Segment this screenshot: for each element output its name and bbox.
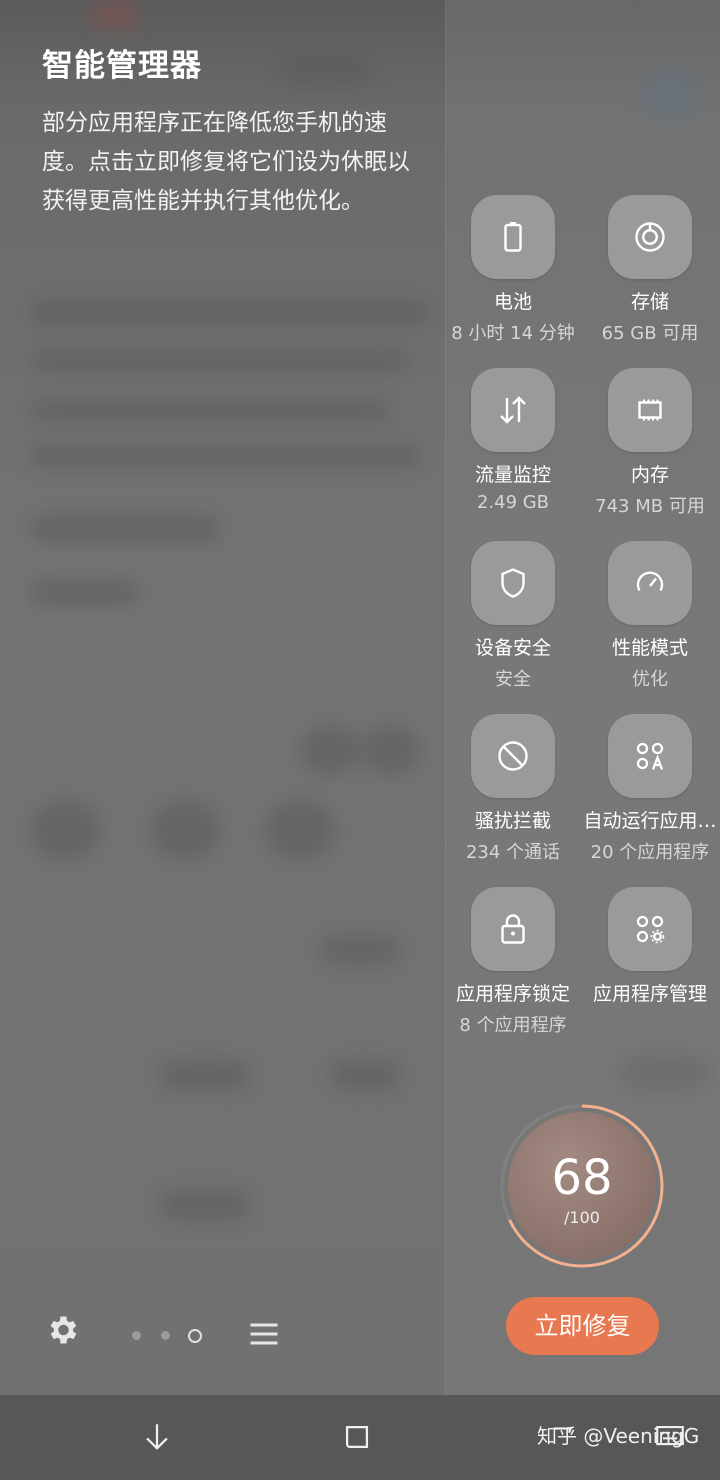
tile-auto-run-apps[interactable]: 自动运行应用… 20 个应用程序	[580, 714, 720, 864]
tile-label: 电池	[493, 291, 532, 313]
tile-subtitle: 743 MB 可用	[595, 496, 705, 517]
menu-icon[interactable]	[246, 1316, 282, 1356]
page-indicator-dot	[161, 1331, 170, 1340]
settings-icon[interactable]	[44, 1312, 80, 1352]
auto-run-apps-icon	[608, 714, 692, 798]
tile-label: 存储	[630, 291, 669, 313]
tile-memory[interactable]: 内存 743 MB 可用	[580, 368, 720, 518]
block-icon	[471, 714, 555, 798]
tile-label: 应用程序锁定	[455, 983, 570, 1005]
tile-label: 内存	[630, 464, 669, 486]
tile-label: 应用程序管理	[592, 983, 707, 1005]
page-title: 智能管理器	[42, 48, 202, 84]
score-value: 68	[551, 1150, 613, 1206]
tile-label: 自动运行应用…	[583, 810, 717, 832]
tile-label: 骚扰拦截	[474, 810, 551, 832]
tile-storage[interactable]: 存储 65 GB 可用	[580, 195, 720, 345]
tile-subtitle: 8 个应用程序	[459, 1015, 567, 1036]
tile-label: 流量监控	[474, 464, 551, 486]
tile-subtitle: 2.49 GB	[476, 492, 550, 513]
score-max: /100	[564, 1208, 600, 1227]
watermark: 知乎 @VeeningG	[537, 1424, 700, 1448]
battery-icon	[471, 195, 555, 279]
lock-icon	[471, 887, 555, 971]
tile-call-blocking[interactable]: 骚扰拦截 234 个通话	[443, 714, 583, 864]
app-management-icon	[608, 887, 692, 971]
tile-battery[interactable]: 电池 8 小时 14 分钟	[443, 195, 583, 345]
page-indicator-dot-current	[188, 1329, 202, 1343]
tile-app-management[interactable]: 应用程序管理	[580, 887, 720, 1011]
shield-icon	[471, 541, 555, 625]
speedometer-icon	[608, 541, 692, 625]
tile-performance-mode[interactable]: 性能模式 优化	[580, 541, 720, 691]
fix-now-button[interactable]: 立即修复	[506, 1297, 659, 1355]
description-text: 部分应用程序正在降低您手机的速度。点击立即修复将它们设为休眠以获得更高性能并执行…	[42, 110, 410, 214]
tile-device-security[interactable]: 设备安全 安全	[443, 541, 583, 691]
page-indicator-dot	[132, 1331, 141, 1340]
memory-icon	[608, 368, 692, 452]
tile-subtitle: 安全	[495, 669, 531, 690]
tile-subtitle: 优化	[632, 669, 668, 690]
tile-subtitle: 8 小时 14 分钟	[451, 323, 575, 344]
tile-label: 性能模式	[611, 637, 688, 659]
storage-icon	[608, 195, 692, 279]
data-usage-icon	[471, 368, 555, 452]
tile-subtitle: 234 个通话	[465, 842, 561, 863]
tile-data-usage[interactable]: 流量监控 2.49 GB	[443, 368, 583, 513]
home-icon[interactable]	[335, 1415, 379, 1459]
tile-subtitle: 20 个应用程序	[590, 842, 710, 863]
optimization-score: 68 /100	[498, 1102, 666, 1270]
tile-label: 设备安全	[474, 637, 551, 659]
tile-subtitle: 65 GB 可用	[601, 323, 699, 344]
tile-app-lock[interactable]: 应用程序锁定 8 个应用程序	[443, 887, 583, 1037]
back-icon[interactable]	[135, 1415, 179, 1459]
